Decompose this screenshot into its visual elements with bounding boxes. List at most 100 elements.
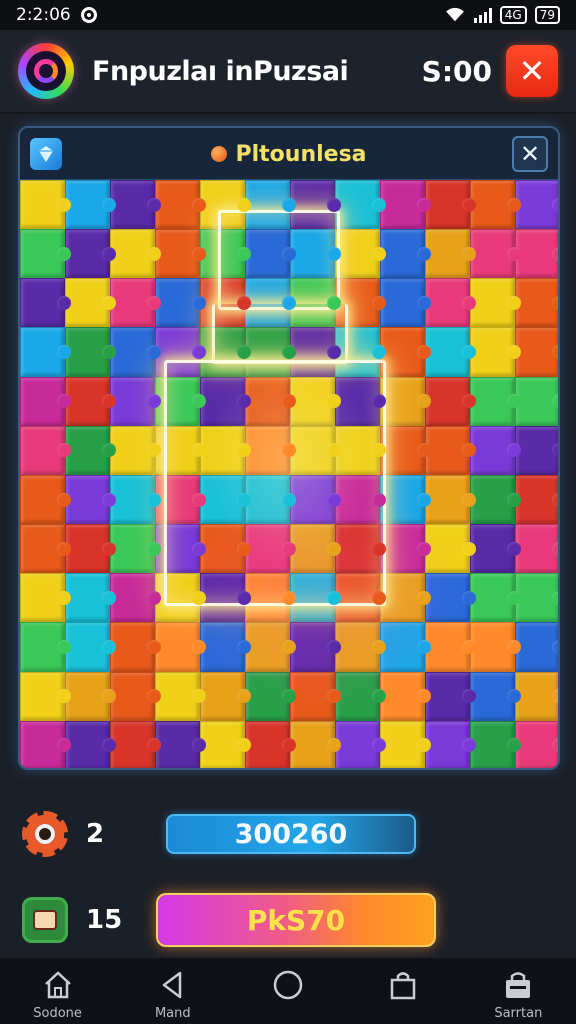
- nav-item-home[interactable]: Sodone: [8, 968, 108, 1022]
- puzzle-piece[interactable]: [65, 229, 116, 279]
- puzzle-piece[interactable]: [470, 573, 521, 623]
- puzzle-piece[interactable]: [335, 376, 386, 426]
- leaf-badge-icon[interactable]: [22, 897, 68, 943]
- puzzle-board[interactable]: [20, 180, 558, 768]
- puzzle-piece[interactable]: [20, 376, 71, 426]
- puzzle-piece[interactable]: [245, 671, 296, 721]
- puzzle-piece[interactable]: [110, 327, 161, 377]
- puzzle-piece[interactable]: [200, 622, 251, 672]
- puzzle-piece[interactable]: [20, 720, 71, 768]
- puzzle-piece[interactable]: [335, 671, 386, 721]
- puzzle-piece[interactable]: [380, 474, 431, 525]
- puzzle-piece[interactable]: [290, 180, 341, 230]
- puzzle-piece[interactable]: [65, 376, 116, 426]
- puzzle-piece[interactable]: [335, 327, 386, 377]
- puzzle-piece[interactable]: [470, 327, 521, 377]
- puzzle-piece[interactable]: [515, 278, 558, 328]
- puzzle-piece[interactable]: [380, 229, 431, 279]
- puzzle-piece[interactable]: [155, 180, 206, 230]
- puzzle-piece[interactable]: [335, 474, 386, 525]
- puzzle-piece[interactable]: [200, 180, 251, 230]
- puzzle-piece[interactable]: [425, 671, 476, 721]
- puzzle-piece[interactable]: [470, 671, 521, 721]
- puzzle-piece[interactable]: [155, 720, 206, 768]
- puzzle-piece[interactable]: [20, 524, 71, 574]
- puzzle-piece[interactable]: [470, 474, 521, 525]
- nav-item-circle[interactable]: [238, 968, 338, 1022]
- nav-item-shop[interactable]: Sarrtan: [468, 968, 568, 1022]
- puzzle-piece[interactable]: [65, 524, 116, 574]
- puzzle-piece[interactable]: [155, 425, 206, 475]
- puzzle-piece[interactable]: [65, 327, 116, 377]
- puzzle-piece[interactable]: [20, 229, 71, 279]
- puzzle-piece[interactable]: [110, 524, 161, 574]
- puzzle-piece[interactable]: [425, 180, 476, 230]
- puzzle-piece[interactable]: [470, 622, 521, 672]
- puzzle-piece[interactable]: [110, 474, 161, 525]
- puzzle-piece[interactable]: [155, 376, 206, 426]
- puzzle-piece[interactable]: [200, 524, 251, 574]
- puzzle-piece[interactable]: [20, 425, 71, 475]
- puzzle-piece[interactable]: [155, 671, 206, 721]
- puzzle-piece[interactable]: [110, 180, 161, 230]
- puzzle-piece[interactable]: [515, 327, 558, 377]
- puzzle-piece[interactable]: [155, 229, 206, 279]
- puzzle-piece[interactable]: [200, 720, 251, 768]
- puzzle-piece[interactable]: [425, 622, 476, 672]
- puzzle-piece[interactable]: [380, 720, 431, 768]
- puzzle-piece[interactable]: [335, 229, 386, 279]
- puzzle-piece[interactable]: [380, 524, 431, 574]
- puzzle-piece[interactable]: [20, 474, 71, 525]
- puzzle-piece[interactable]: [515, 622, 558, 672]
- puzzle-piece[interactable]: [110, 622, 161, 672]
- puzzle-piece[interactable]: [65, 278, 116, 328]
- puzzle-piece[interactable]: [110, 425, 161, 475]
- puzzle-piece[interactable]: [290, 524, 341, 574]
- puzzle-piece[interactable]: [380, 180, 431, 230]
- nav-item-bag[interactable]: [353, 968, 453, 1022]
- puzzle-piece[interactable]: [65, 720, 116, 768]
- puzzle-piece[interactable]: [245, 376, 296, 426]
- puzzle-piece[interactable]: [155, 474, 206, 525]
- puzzle-piece[interactable]: [380, 671, 431, 721]
- puzzle-piece[interactable]: [20, 327, 71, 377]
- puzzle-piece[interactable]: [290, 671, 341, 721]
- puzzle-piece[interactable]: [200, 474, 251, 525]
- puzzle-piece[interactable]: [335, 278, 386, 328]
- puzzle-piece[interactable]: [425, 573, 476, 623]
- puzzle-piece[interactable]: [110, 376, 161, 426]
- puzzle-piece[interactable]: [245, 278, 296, 328]
- puzzle-piece[interactable]: [65, 622, 116, 672]
- puzzle-piece[interactable]: [200, 425, 251, 475]
- puzzle-piece[interactable]: [515, 425, 558, 475]
- puzzle-piece[interactable]: [110, 720, 161, 768]
- puzzle-piece[interactable]: [425, 720, 476, 768]
- puzzle-piece[interactable]: [200, 229, 251, 279]
- puzzle-piece[interactable]: [155, 327, 206, 377]
- puzzle-piece[interactable]: [245, 524, 296, 574]
- puzzle-piece[interactable]: [20, 622, 71, 672]
- puzzle-piece[interactable]: [245, 327, 296, 377]
- puzzle-piece[interactable]: [380, 425, 431, 475]
- puzzle-piece[interactable]: [20, 180, 71, 230]
- puzzle-piece[interactable]: [110, 229, 161, 279]
- puzzle-piece[interactable]: [425, 524, 476, 574]
- gear-icon[interactable]: [22, 811, 68, 857]
- play-button[interactable]: PkS70: [156, 893, 436, 947]
- puzzle-piece[interactable]: [155, 573, 206, 623]
- puzzle-piece[interactable]: [290, 425, 341, 475]
- puzzle-piece[interactable]: [470, 278, 521, 328]
- puzzle-piece[interactable]: [245, 622, 296, 672]
- puzzle-piece[interactable]: [335, 524, 386, 574]
- puzzle-piece[interactable]: [155, 278, 206, 328]
- puzzle-piece[interactable]: [380, 376, 431, 426]
- puzzle-piece[interactable]: [155, 622, 206, 672]
- puzzle-piece[interactable]: [335, 180, 386, 230]
- puzzle-piece[interactable]: [515, 720, 558, 768]
- puzzle-piece[interactable]: [245, 573, 296, 623]
- puzzle-piece[interactable]: [110, 671, 161, 721]
- puzzle-piece[interactable]: [470, 229, 521, 279]
- puzzle-piece[interactable]: [20, 278, 71, 328]
- puzzle-piece[interactable]: [425, 474, 476, 525]
- puzzle-piece[interactable]: [200, 671, 251, 721]
